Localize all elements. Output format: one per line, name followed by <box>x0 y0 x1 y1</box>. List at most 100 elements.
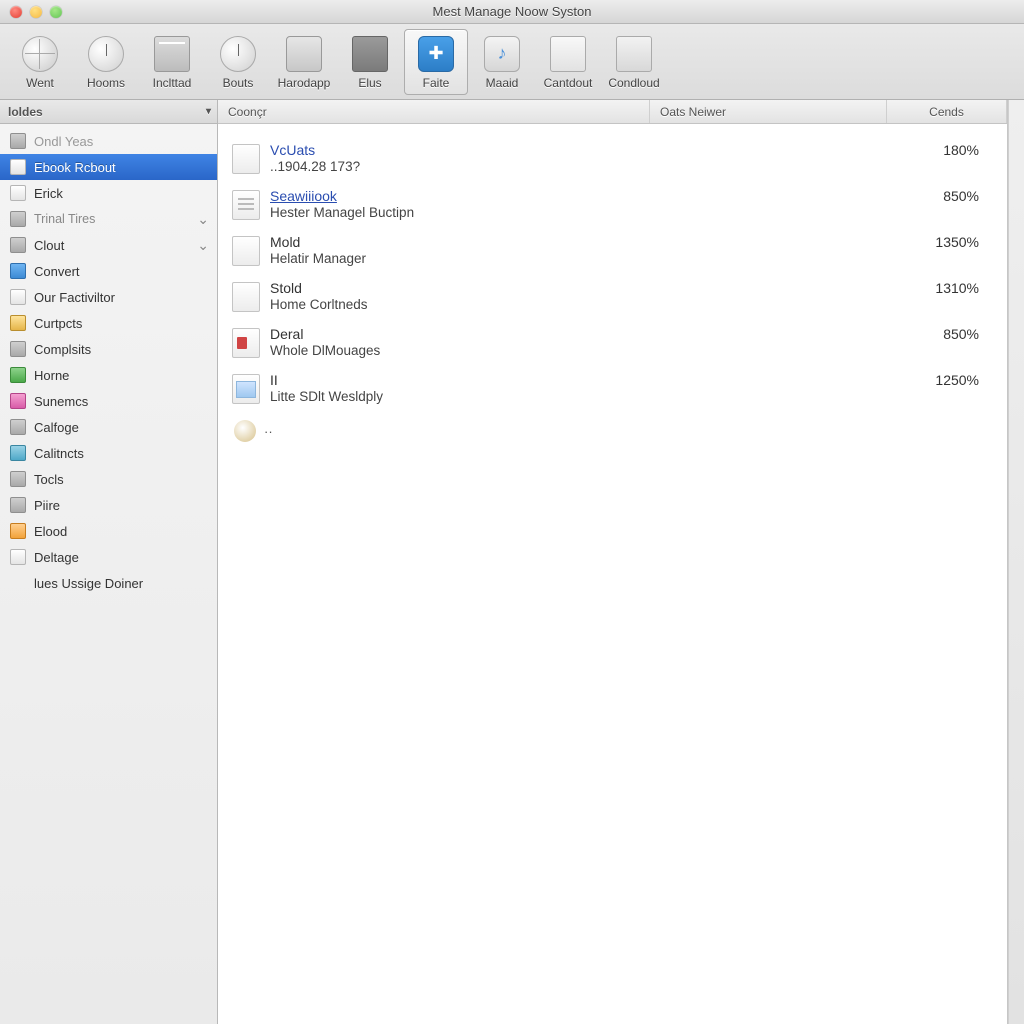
column-header-end[interactable]: Cends <box>887 100 1007 123</box>
toolbar-condloud-button[interactable]: Condloud <box>602 30 666 94</box>
file-subtitle: ..1904.28 173? <box>270 159 897 174</box>
file-list: VcUats..1904.28 173?180%SeawiiiookHester… <box>218 124 1007 450</box>
sidebar-item-icon <box>10 315 26 331</box>
sidebar-item[interactable]: Sunemcs <box>0 388 217 414</box>
titlebar: Mest Manage Noow Syston <box>0 0 1024 24</box>
chevron-down-icon: ⌄ <box>197 237 209 254</box>
sidebar-item[interactable]: Calitncts <box>0 440 217 466</box>
toolbar-elus-button[interactable]: Elus <box>338 30 402 94</box>
sidebar-item[interactable]: Convert <box>0 258 217 284</box>
cloud-icon <box>614 34 654 74</box>
column-header-mid[interactable]: Oats Neiwer <box>650 100 887 123</box>
sidebar-item-icon <box>10 185 26 201</box>
file-percent: 1310% <box>897 280 1007 296</box>
toolbar-hooms-button[interactable]: Hooms <box>74 30 138 94</box>
scrollbar[interactable] <box>1008 100 1024 1024</box>
sidebar-item-icon <box>10 393 26 409</box>
sidebar-item[interactable]: Our Factiviltor <box>0 284 217 310</box>
file-title: II <box>270 372 897 388</box>
file-percent: 180% <box>897 142 1007 158</box>
sidebar-item[interactable]: Ebook Rcbout <box>0 154 217 180</box>
file-title: VcUats <box>270 142 897 158</box>
sidebar-item-label: Sunemcs <box>34 394 88 409</box>
file-percent: 1250% <box>897 372 1007 388</box>
sidebar-item-label: Complsits <box>34 342 91 357</box>
minimize-window-button[interactable] <box>30 6 42 18</box>
sidebar-header[interactable]: loldes ▾ <box>0 100 217 124</box>
file-percent: 1350% <box>897 234 1007 250</box>
clock-icon <box>218 34 258 74</box>
sidebar-list: Ondl YeasEbook RcboutErickTrinal Tires⌄C… <box>0 124 217 600</box>
column-headers: Coonçr Oats Neiwer Cends <box>218 100 1007 124</box>
toolbar-label: Bouts <box>223 76 254 90</box>
sidebar-item-icon <box>10 367 26 383</box>
file-row[interactable]: SeawiiiookHester Managel Buctipn850% <box>232 184 1007 230</box>
toolbar-label: Maaid <box>486 76 519 90</box>
toolbar-label: Harodapp <box>278 76 331 90</box>
toolbar-label: Hooms <box>87 76 125 90</box>
toolbar-label: Faite <box>423 76 450 90</box>
toolbar: Went Hooms Inclttad Bouts Harodapp Elus Faite M… <box>0 24 1024 100</box>
sidebar-item[interactable]: Horne <box>0 362 217 388</box>
toolbar-maaid-button[interactable]: Maaid <box>470 30 534 94</box>
sidebar-item[interactable]: Erick <box>0 180 217 206</box>
sidebar-item[interactable]: Deltage <box>0 544 217 570</box>
toolbar-cantdout-button[interactable]: Cantdout <box>536 30 600 94</box>
sidebar-item[interactable]: Ondl Yeas <box>0 128 217 154</box>
sidebar-item-label: Erick <box>34 186 63 201</box>
traffic-lights <box>0 6 62 18</box>
sidebar-item-label: Trinal Tires <box>34 212 95 226</box>
clock-icon <box>86 34 126 74</box>
toolbar-harodapp-button[interactable]: Harodapp <box>272 30 336 94</box>
sidebar-item-label: Elood <box>34 524 67 539</box>
sidebar-item-icon <box>10 445 26 461</box>
zoom-window-button[interactable] <box>50 6 62 18</box>
page-icon <box>548 34 588 74</box>
column-header-name[interactable]: Coonçr <box>218 100 650 123</box>
toolbar-went-button[interactable]: Went <box>8 30 72 94</box>
file-percent: 850% <box>897 188 1007 204</box>
file-icon <box>232 374 260 404</box>
globe-icon <box>20 34 60 74</box>
sidebar-item-icon <box>10 289 26 305</box>
file-row[interactable]: IILitte SDlt Wesldply1250% <box>232 368 1007 414</box>
toolbar-label: Went <box>26 76 54 90</box>
sidebar-item-label: Calitncts <box>34 446 84 461</box>
toolbar-label: Inclttad <box>153 76 192 90</box>
file-icon <box>232 236 260 266</box>
monitor-icon <box>284 34 324 74</box>
file-row[interactable]: VcUats..1904.28 173?180% <box>232 138 1007 184</box>
sidebar-item[interactable]: Piire <box>0 492 217 518</box>
more-row[interactable]: ·· <box>232 414 1007 442</box>
sidebar-item-icon <box>10 341 26 357</box>
sidebar-item-label: Our Factiviltor <box>34 290 115 305</box>
app-icon <box>416 34 456 74</box>
sidebar-item[interactable]: Clout⌄ <box>0 232 217 258</box>
sidebar-item[interactable]: Tocls <box>0 466 217 492</box>
sidebar-item-icon <box>10 523 26 539</box>
file-icon <box>232 282 260 312</box>
sidebar-item-label: lues Ussige Doiner <box>34 576 143 591</box>
sidebar-item-label: Convert <box>34 264 80 279</box>
sidebar-item[interactable]: Trinal Tires ⌄ <box>0 206 217 232</box>
toolbar-inclttad-button[interactable]: Inclttad <box>140 30 204 94</box>
sidebar-item-icon <box>10 263 26 279</box>
file-row[interactable]: StoldHome Corltneds1310% <box>232 276 1007 322</box>
toolbar-bouts-button[interactable]: Bouts <box>206 30 270 94</box>
toolbar-label: Cantdout <box>544 76 593 90</box>
close-window-button[interactable] <box>10 6 22 18</box>
sidebar-item[interactable]: Curtpcts <box>0 310 217 336</box>
toolbar-faite-button[interactable]: Faite <box>404 29 468 95</box>
file-title: Mold <box>270 234 897 250</box>
window-title: Mest Manage Noow Syston <box>0 4 1024 19</box>
sidebar-item[interactable]: Elood <box>0 518 217 544</box>
folder-icon <box>350 34 390 74</box>
sidebar: loldes ▾ Ondl YeasEbook Rcbout Erick Trina… <box>0 100 218 1024</box>
file-row[interactable]: DeralWhole DlMouages850% <box>232 322 1007 368</box>
sidebar-item[interactable]: Calfoge <box>0 414 217 440</box>
sidebar-item[interactable]: lues Ussige Doiner <box>0 570 217 596</box>
sidebar-item[interactable]: Complsits <box>0 336 217 362</box>
sidebar-item-icon <box>10 159 26 175</box>
file-row[interactable]: MoldHelatir Manager1350% <box>232 230 1007 276</box>
chevron-down-icon: ⌄ <box>197 211 209 228</box>
